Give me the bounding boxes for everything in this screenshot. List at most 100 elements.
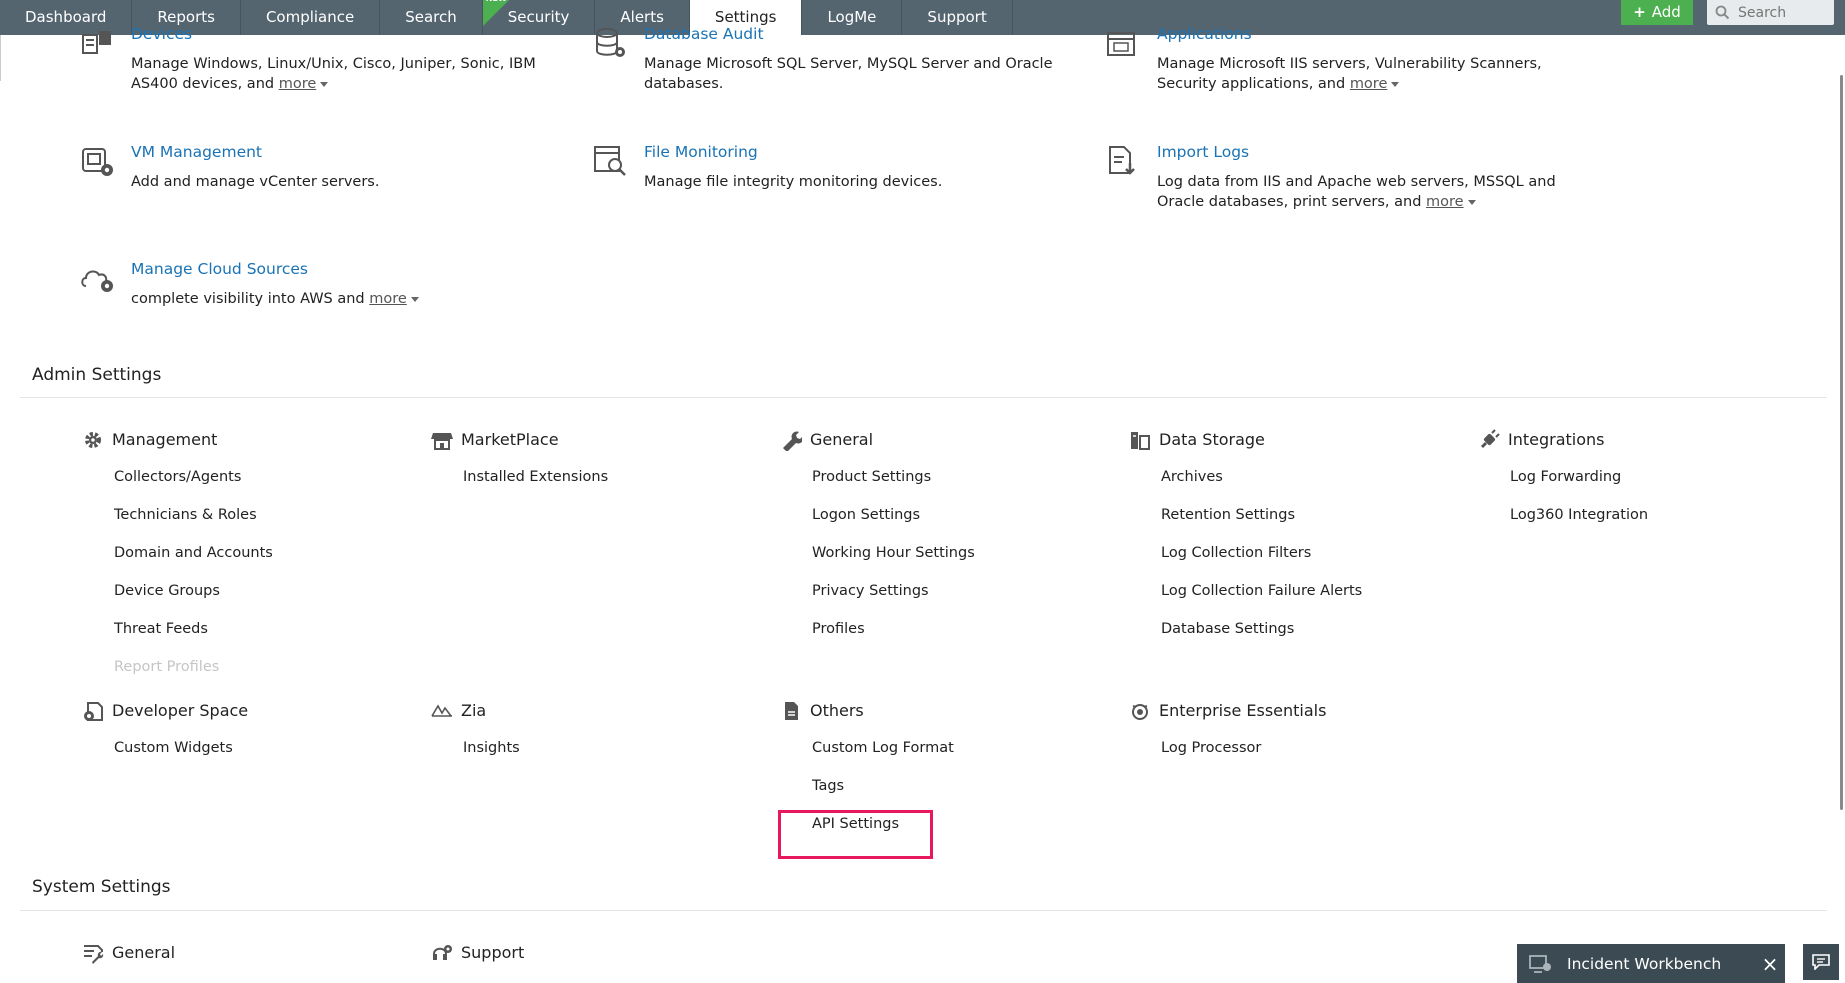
chevron-down-icon (1391, 81, 1400, 87)
settings-link[interactable]: Profiles (812, 621, 975, 659)
tab-security[interactable]: NEW Security (482, 0, 596, 35)
settings-link[interactable]: Logon Settings (812, 507, 975, 545)
import-logs-icon (1109, 146, 1135, 175)
system-general-icon (84, 945, 104, 964)
settings-link[interactable]: Device Groups (114, 583, 273, 621)
group-items: Log Forwarding Log360 Integration (1510, 469, 1648, 545)
store-icon (431, 433, 453, 450)
tab-compliance[interactable]: Compliance (241, 0, 381, 35)
more-link[interactable]: more (1350, 76, 1388, 92)
chevron-down-icon (320, 81, 329, 87)
vertical-scrollbar[interactable] (1840, 75, 1843, 810)
top-navigation-bar: Dashboard Reports Compliance Search NEW … (0, 0, 1845, 35)
group-items: Log Processor (1161, 740, 1261, 778)
more-link[interactable]: more (1426, 194, 1464, 210)
settings-link[interactable]: Log Collection Failure Alerts (1161, 583, 1362, 621)
source-title[interactable]: Applications (1157, 25, 1252, 43)
group-title: General (112, 943, 176, 962)
new-badge: NEW (486, 0, 507, 9)
tab-security-label: Security (507, 8, 570, 26)
group-items: Product Settings Logon Settings Working … (812, 469, 975, 659)
group-items: Insights (463, 740, 520, 778)
workbench-icon (1529, 954, 1551, 973)
group-title: MarketPlace (461, 430, 559, 449)
content-border (0, 35, 1, 81)
source-title[interactable]: Import Logs (1157, 143, 1249, 161)
devices-icon (82, 31, 111, 54)
source-description: Manage Microsoft IIS servers, Vulnerabil… (1157, 54, 1577, 94)
settings-link[interactable]: Custom Widgets (114, 740, 233, 778)
more-link[interactable]: more (369, 291, 407, 307)
settings-link[interactable]: Custom Log Format (812, 740, 954, 778)
close-icon[interactable]: × (1755, 952, 1785, 976)
group-title: Data Storage (1159, 430, 1265, 449)
enterprise-icon (1132, 704, 1148, 720)
tab-support[interactable]: Support (902, 0, 1013, 35)
source-title[interactable]: Manage Cloud Sources (131, 260, 308, 278)
incident-workbench-bar[interactable]: Incident Workbench × (1517, 944, 1785, 983)
settings-link[interactable]: Retention Settings (1161, 507, 1362, 545)
section-divider (20, 397, 1827, 398)
settings-link[interactable]: Archives (1161, 469, 1362, 507)
settings-link[interactable]: Log Forwarding (1510, 469, 1648, 507)
source-description-text: complete visibility into AWS and (131, 291, 365, 307)
settings-link[interactable]: Log Processor (1161, 740, 1261, 778)
support-icon (433, 945, 452, 960)
plus-icon: + (1633, 3, 1646, 21)
api-settings-highlight (778, 810, 933, 859)
storage-icon (1131, 432, 1150, 450)
source-title[interactable]: Devices (131, 25, 192, 43)
group-title: Integrations (1508, 430, 1605, 449)
developer-icon (84, 702, 103, 721)
add-button-label: Add (1651, 3, 1681, 21)
settings-link[interactable]: Privacy Settings (812, 583, 975, 621)
settings-link[interactable]: Threat Feeds (114, 621, 273, 659)
add-button[interactable]: + Add (1621, 0, 1693, 25)
global-search[interactable] (1707, 0, 1834, 25)
settings-link[interactable]: Log Collection Filters (1161, 545, 1362, 583)
settings-link-disabled: Report Profiles (114, 659, 220, 675)
workbench-label: Incident Workbench (1567, 954, 1722, 973)
search-icon (1715, 5, 1730, 20)
group-items: Archives Retention Settings Log Collecti… (1161, 469, 1362, 659)
source-title[interactable]: VM Management (131, 143, 262, 161)
chat-button[interactable] (1803, 944, 1839, 980)
source-description: complete visibility into AWS and more (131, 289, 551, 309)
chevron-down-icon (410, 296, 419, 302)
plug-icon (1480, 429, 1500, 449)
source-description: Manage file integrity monitoring devices… (644, 174, 943, 190)
file-monitoring-icon (594, 146, 626, 176)
source-title[interactable]: Database Audit (644, 25, 764, 43)
group-title: Developer Space (112, 701, 249, 720)
settings-link[interactable]: Collectors/Agents (114, 469, 273, 507)
cloud-sources-icon (81, 270, 113, 292)
settings-link[interactable]: Domain and Accounts (114, 545, 273, 583)
gear-icon (85, 432, 101, 448)
section-divider (20, 910, 1827, 911)
database-audit-icon (596, 28, 625, 57)
group-items: Collectors/Agents Technicians & Roles Do… (114, 469, 273, 697)
source-description: Add and manage vCenter servers. (131, 174, 380, 190)
group-title: Enterprise Essentials (1159, 701, 1327, 720)
source-description: Manage Microsoft SQL Server, MySQL Serve… (644, 56, 1053, 92)
settings-link[interactable]: Log360 Integration (1510, 507, 1648, 545)
search-input[interactable] (1738, 4, 1828, 21)
group-title: General (810, 430, 874, 449)
tab-search[interactable]: Search (380, 0, 483, 35)
settings-link[interactable]: Technicians & Roles (114, 507, 273, 545)
source-description-text: Manage Windows, Linux/Unix, Cisco, Junip… (131, 56, 536, 92)
more-link[interactable]: more (279, 76, 317, 92)
settings-link[interactable]: Product Settings (812, 469, 975, 507)
source-description-text: Log data from IIS and Apache web servers… (1157, 174, 1556, 210)
settings-link[interactable]: Installed Extensions (463, 469, 608, 507)
source-title[interactable]: File Monitoring (644, 143, 758, 161)
admin-settings-heading: Admin Settings (32, 365, 162, 385)
settings-link[interactable]: Insights (463, 740, 520, 778)
group-title: Management (112, 430, 218, 449)
settings-link[interactable]: Working Hour Settings (812, 545, 975, 583)
zia-icon (431, 704, 452, 717)
applications-icon (1107, 32, 1135, 56)
settings-link[interactable]: Database Settings (1161, 621, 1362, 659)
tab-logme[interactable]: LogMe (802, 0, 903, 35)
group-items: Custom Widgets (114, 740, 233, 778)
